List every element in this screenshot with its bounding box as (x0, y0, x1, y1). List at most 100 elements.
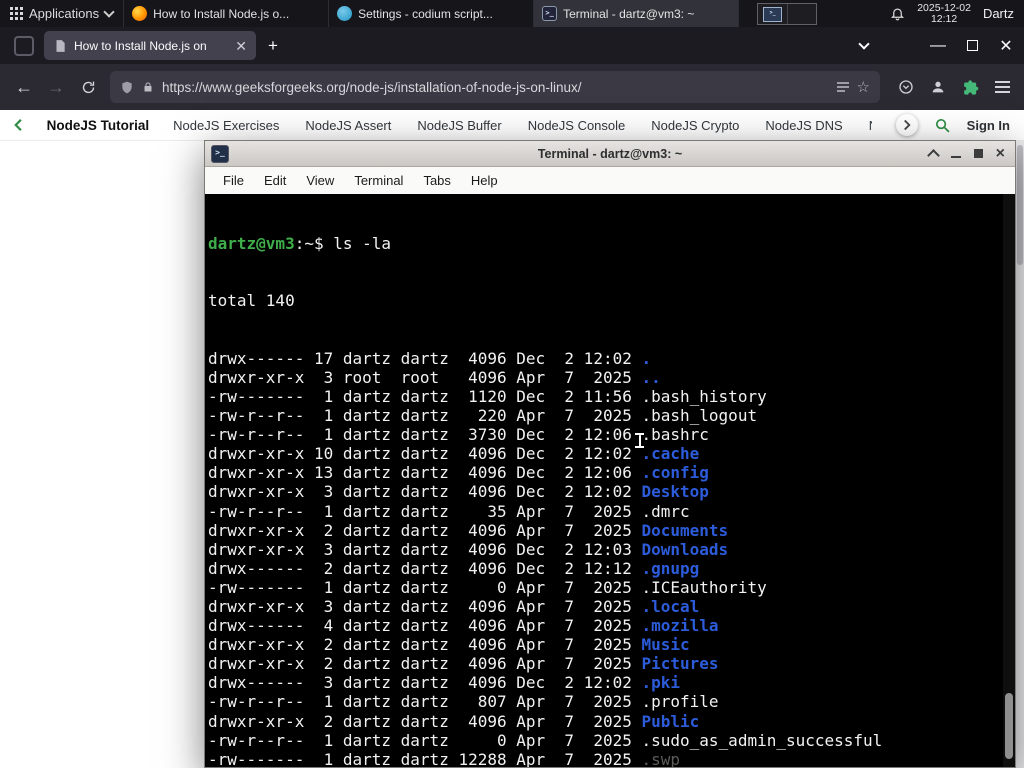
terminal-line: -rw------- 1 dartz dartz 1120 Dec 2 11:5… (208, 387, 1015, 406)
terminal-line: drwxr-xr-x 2 dartz dartz 4096 Apr 7 2025… (208, 712, 1015, 731)
window-button[interactable]: >_ Terminal - dartz@vm3: ~ (534, 0, 740, 27)
workspace-1[interactable]: >_ (758, 3, 788, 24)
terminal-line: -rw-r--r-- 1 dartz dartz 0 Apr 7 2025 .s… (208, 731, 1015, 750)
terminal-line: -rw------- 1 dartz dartz 12288 Apr 7 202… (208, 750, 1015, 767)
tab-close-icon[interactable]: ✕ (235, 39, 247, 53)
tracking-protection-shield-icon[interactable] (120, 80, 134, 95)
terminal-command: ls -la (333, 234, 392, 254)
menu-edit[interactable]: Edit (254, 167, 296, 194)
username-label: Dartz (982, 6, 1014, 21)
tab-favicon (56, 39, 65, 52)
browser-tab-active[interactable]: How to Install Node.js on ✕ (44, 31, 256, 60)
site-nav-bar: NodeJS Tutorial NodeJS Exercises NodeJS A… (0, 110, 1024, 141)
terminal-scrollbar-thumb[interactable] (1005, 693, 1013, 759)
file-name: .ICEauthority (641, 577, 767, 597)
file-meta: drwx------ 2 dartz dartz 4096 Dec 2 12:1… (208, 558, 642, 578)
page-scrollbar-thumb[interactable] (1017, 145, 1023, 265)
maximize-button[interactable] (973, 149, 983, 158)
file-meta: -rw-r--r-- 1 dartz dartz 3730 Dec 2 12:0… (208, 425, 642, 445)
site-nav-link[interactable]: Node (869, 118, 872, 133)
search-icon[interactable] (934, 117, 951, 134)
minimize-button[interactable] (950, 155, 961, 158)
url-text[interactable]: https://www.geeksforgeeks.org/node-js/in… (162, 80, 829, 95)
account-icon[interactable] (922, 71, 954, 103)
new-tab-button[interactable]: + (268, 36, 278, 56)
window-button-label: Terminal - dartz@vm3: ~ (563, 6, 695, 21)
forward-button[interactable]: → (40, 71, 72, 103)
terminal-screen[interactable]: dartz@vm3:~$ ls -la total 140 drwx------… (205, 194, 1015, 767)
file-name: .cache (641, 444, 700, 464)
reader-mode-icon[interactable] (836, 82, 849, 92)
url-bar[interactable]: https://www.geeksforgeeks.org/node-js/in… (110, 71, 880, 103)
site-nav-link[interactable]: NodeJS Assert (305, 118, 391, 133)
site-nav-link[interactable]: NodeJS Crypto (651, 118, 739, 133)
site-nav-link[interactable]: NodeJS Console (528, 118, 626, 133)
site-nav-right: Sign In (895, 114, 1010, 136)
firefox-view-icon[interactable] (14, 35, 34, 56)
file-name: Downloads (641, 539, 729, 559)
file-name: .gnupg (641, 558, 700, 578)
shade-button[interactable] (926, 148, 940, 162)
notification-bell-icon[interactable] (890, 6, 905, 21)
file-name: .local (641, 596, 700, 616)
browser-close-button[interactable]: ✕ (992, 27, 1020, 64)
prompt-suffix: :~$ (294, 234, 334, 254)
prompt-user-host: dartz@vm3 (208, 234, 295, 254)
menu-view[interactable]: View (296, 167, 344, 194)
browser-toolbar: ← → https://www.geeksforgeeks.org/node-j… (0, 64, 1024, 110)
file-name: Music (641, 635, 690, 655)
menu-tabs[interactable]: Tabs (413, 167, 460, 194)
menu-terminal[interactable]: Terminal (344, 167, 413, 194)
terminal-line: drwxr-xr-x 2 dartz dartz 4096 Apr 7 2025… (208, 521, 1015, 540)
pocket-icon[interactable] (890, 71, 922, 103)
chevron-down-icon (103, 6, 115, 18)
site-nav-links: NodeJS Exercises NodeJS Assert NodeJS Buff… (173, 118, 871, 133)
chevron-left-icon[interactable] (14, 118, 23, 132)
file-meta: drwx------ 4 dartz dartz 4096 Apr 7 2025 (208, 616, 642, 636)
close-button[interactable]: × (996, 145, 1005, 162)
file-name: .bash_history (641, 386, 767, 406)
sign-in-button[interactable]: Sign In (967, 118, 1010, 133)
terminal-line: -rw-r--r-- 1 dartz dartz 807 Apr 7 2025 … (208, 692, 1015, 711)
applications-label: Applications (29, 6, 100, 21)
workspace-switcher[interactable]: >_ (757, 2, 818, 25)
menu-help[interactable]: Help (461, 167, 508, 194)
terminal-menubar: File Edit View Terminal Tabs Help (205, 167, 1015, 195)
applications-menu[interactable]: Applications (0, 0, 123, 27)
extension-icon[interactable] (954, 71, 986, 103)
file-name: Pictures (641, 654, 719, 674)
site-nav-link[interactable]: NodeJS DNS (765, 118, 842, 133)
tab-list-button[interactable] (850, 27, 878, 64)
page-scrollbar[interactable] (1016, 141, 1024, 768)
bookmark-star-icon[interactable]: ☆ (857, 78, 870, 96)
mini-terminal-icon: >_ (763, 6, 783, 22)
back-button[interactable]: ← (8, 71, 40, 103)
site-nav-link[interactable]: NodeJS Buffer (417, 118, 501, 133)
reload-button[interactable] (72, 71, 104, 103)
browser-maximize-button[interactable] (958, 27, 986, 64)
file-meta: drwxr-xr-x 10 dartz dartz 4096 Dec 2 12:… (208, 444, 642, 464)
terminal-window: >_ Terminal - dartz@vm3: ~ × File Edit Vie… (204, 140, 1016, 768)
file-meta: drwxr-xr-x 13 dartz dartz 4096 Dec 2 12:… (208, 463, 642, 483)
window-button[interactable]: Settings - codium script... (329, 0, 535, 27)
terminal-line: -rw------- 1 dartz dartz 0 Apr 7 2025 .I… (208, 578, 1015, 597)
browser-minimize-button[interactable]: — (924, 27, 952, 64)
menu-icon[interactable] (986, 71, 1018, 103)
clock[interactable]: 2025-12-02 12:12 (917, 2, 971, 25)
window-button-label: Settings - codium script... (358, 6, 493, 21)
terminal-scrollbar[interactable] (1003, 194, 1015, 767)
site-nav-link[interactable]: NodeJS Exercises (173, 118, 279, 133)
tab-title: How to Install Node.js on (74, 38, 207, 53)
file-name: .. (641, 367, 661, 387)
menu-file[interactable]: File (213, 167, 254, 194)
scroll-next-button[interactable] (895, 114, 918, 136)
lock-icon[interactable] (142, 80, 154, 94)
window-button[interactable]: How to Install Node.js o... (124, 0, 330, 27)
file-name: . (641, 348, 652, 368)
terminal-line: drwxr-xr-x 10 dartz dartz 4096 Dec 2 12:… (208, 444, 1015, 463)
chevron-down-icon (858, 38, 870, 50)
site-nav-primary[interactable]: NodeJS Tutorial (47, 118, 150, 133)
file-meta: -rw-r--r-- 1 dartz dartz 35 Apr 7 2025 (208, 501, 642, 521)
terminal-titlebar[interactable]: >_ Terminal - dartz@vm3: ~ × (205, 141, 1015, 167)
workspace-2[interactable] (788, 4, 817, 24)
